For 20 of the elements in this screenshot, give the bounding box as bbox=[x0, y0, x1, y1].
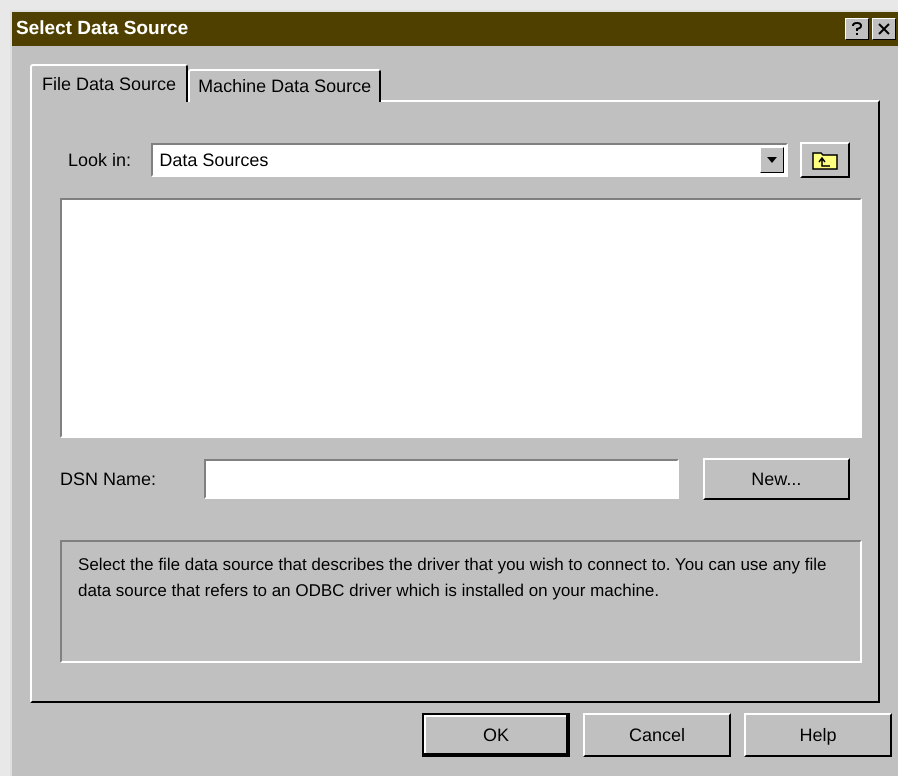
window-title: Select Data Source bbox=[16, 16, 188, 41]
dropdown-value: Data Sources bbox=[158, 148, 268, 172]
look-in-dropdown[interactable]: Data Sources bbox=[151, 143, 788, 177]
dialog-button[interactable]: Cancel bbox=[583, 713, 731, 757]
caret-icon bbox=[760, 147, 784, 173]
dsn-name-field[interactable] bbox=[204, 459, 679, 499]
tab[interactable]: Machine Data Source bbox=[188, 69, 382, 102]
close-button[interactable] bbox=[872, 18, 896, 40]
look-in-label: Look in: bbox=[67, 148, 132, 172]
tab[interactable]: File Data Source bbox=[30, 64, 188, 102]
close-icon bbox=[878, 23, 890, 35]
dsn-name-label: DSN Name: bbox=[60, 468, 158, 490]
up-folder-button[interactable] bbox=[800, 142, 850, 178]
help-icon bbox=[852, 22, 862, 36]
new-button[interactable]: New... bbox=[702, 458, 850, 500]
dialog-button[interactable]: OK bbox=[422, 713, 570, 757]
dialog-button[interactable]: Help bbox=[744, 713, 892, 757]
folder-up-arrow-icon bbox=[812, 150, 838, 170]
help-button[interactable] bbox=[845, 18, 869, 40]
description-text: Select the file data source that describes the driver that you wish to connect to. You can use any file data source that refers to an ODBC driver which is installed on your machine. bbox=[78, 554, 828, 602]
